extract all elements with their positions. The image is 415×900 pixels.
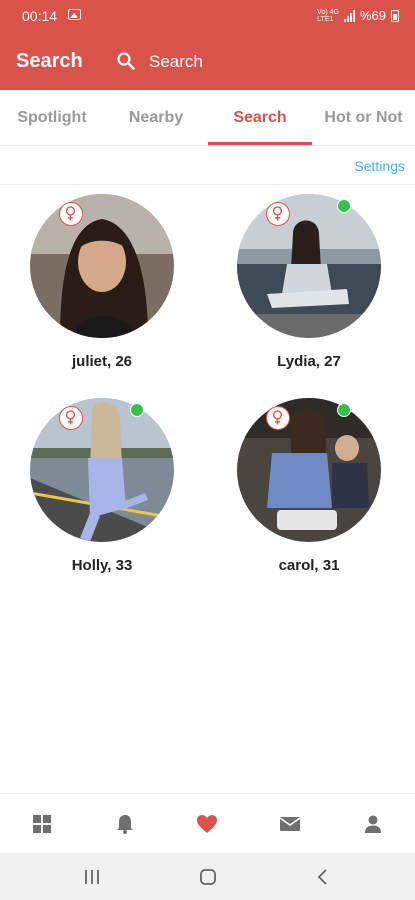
system-navigation	[0, 853, 415, 900]
profile-card[interactable]: carol, 31	[219, 398, 399, 583]
female-icon	[266, 202, 290, 226]
tab-nearby[interactable]: Nearby	[104, 90, 208, 146]
settings-row: Settings	[0, 147, 415, 185]
profile-name: juliet, 26	[71, 353, 133, 370]
profile-card[interactable]: Lydia, 27	[219, 194, 399, 379]
bell-icon[interactable]	[113, 812, 137, 836]
profile-name: carol, 31	[278, 557, 340, 574]
photo-juliet	[30, 194, 174, 338]
network-line-1: Vo) 4G	[317, 8, 339, 16]
tab-hot-or-not[interactable]: Hot or Not	[312, 90, 415, 146]
network-type: Vo) 4G LTE1	[317, 9, 339, 23]
bottom-navigation	[0, 793, 415, 853]
page-title: Search	[16, 50, 83, 72]
network-line-2: LTE1	[317, 15, 334, 23]
profile-name: Holly, 33	[71, 557, 133, 574]
profile-name: Lydia, 27	[277, 353, 341, 370]
tab-search[interactable]: Search	[208, 90, 312, 146]
online-status-dot	[130, 403, 144, 417]
person-icon[interactable]	[361, 812, 385, 836]
profile-card[interactable]: Holly, 33	[12, 398, 192, 583]
female-icon	[266, 406, 290, 430]
status-time: 00:14	[22, 8, 58, 24]
profile-photo[interactable]	[237, 398, 381, 542]
profile-photo[interactable]	[30, 398, 174, 542]
photo-holly	[30, 398, 174, 542]
profile-photo[interactable]	[237, 194, 381, 338]
home-icon[interactable]	[199, 868, 217, 886]
search-icon[interactable]	[117, 52, 135, 70]
app-header: Search Search	[0, 32, 415, 90]
online-status-dot	[337, 403, 351, 417]
female-icon	[59, 406, 83, 430]
photo-carol	[237, 398, 381, 542]
back-icon[interactable]	[316, 868, 330, 886]
battery-percent: %69	[359, 8, 386, 23]
mail-icon[interactable]	[278, 812, 302, 836]
tab-spotlight[interactable]: Spotlight	[0, 90, 104, 146]
signal-icon	[343, 9, 355, 22]
female-icon	[59, 202, 83, 226]
image-notification-icon	[68, 9, 81, 20]
heart-icon[interactable]	[195, 812, 219, 836]
active-tab-indicator	[208, 142, 312, 145]
settings-link[interactable]: Settings	[354, 158, 405, 174]
status-bar: 00:14 Vo) 4G LTE1 %69	[0, 0, 415, 32]
status-right: Vo) 4G LTE1 %69	[317, 8, 399, 23]
tab-bar: Spotlight Nearby Search Hot or Not	[0, 90, 415, 146]
online-status-dot	[337, 199, 351, 213]
photo-lydia	[237, 194, 381, 338]
battery-icon	[391, 9, 399, 22]
profile-card[interactable]: juliet, 26	[12, 194, 192, 379]
search-button[interactable]: Search	[149, 52, 203, 72]
profile-photo[interactable]	[30, 194, 174, 338]
recents-icon[interactable]	[82, 868, 102, 886]
grid-icon[interactable]	[30, 812, 54, 836]
